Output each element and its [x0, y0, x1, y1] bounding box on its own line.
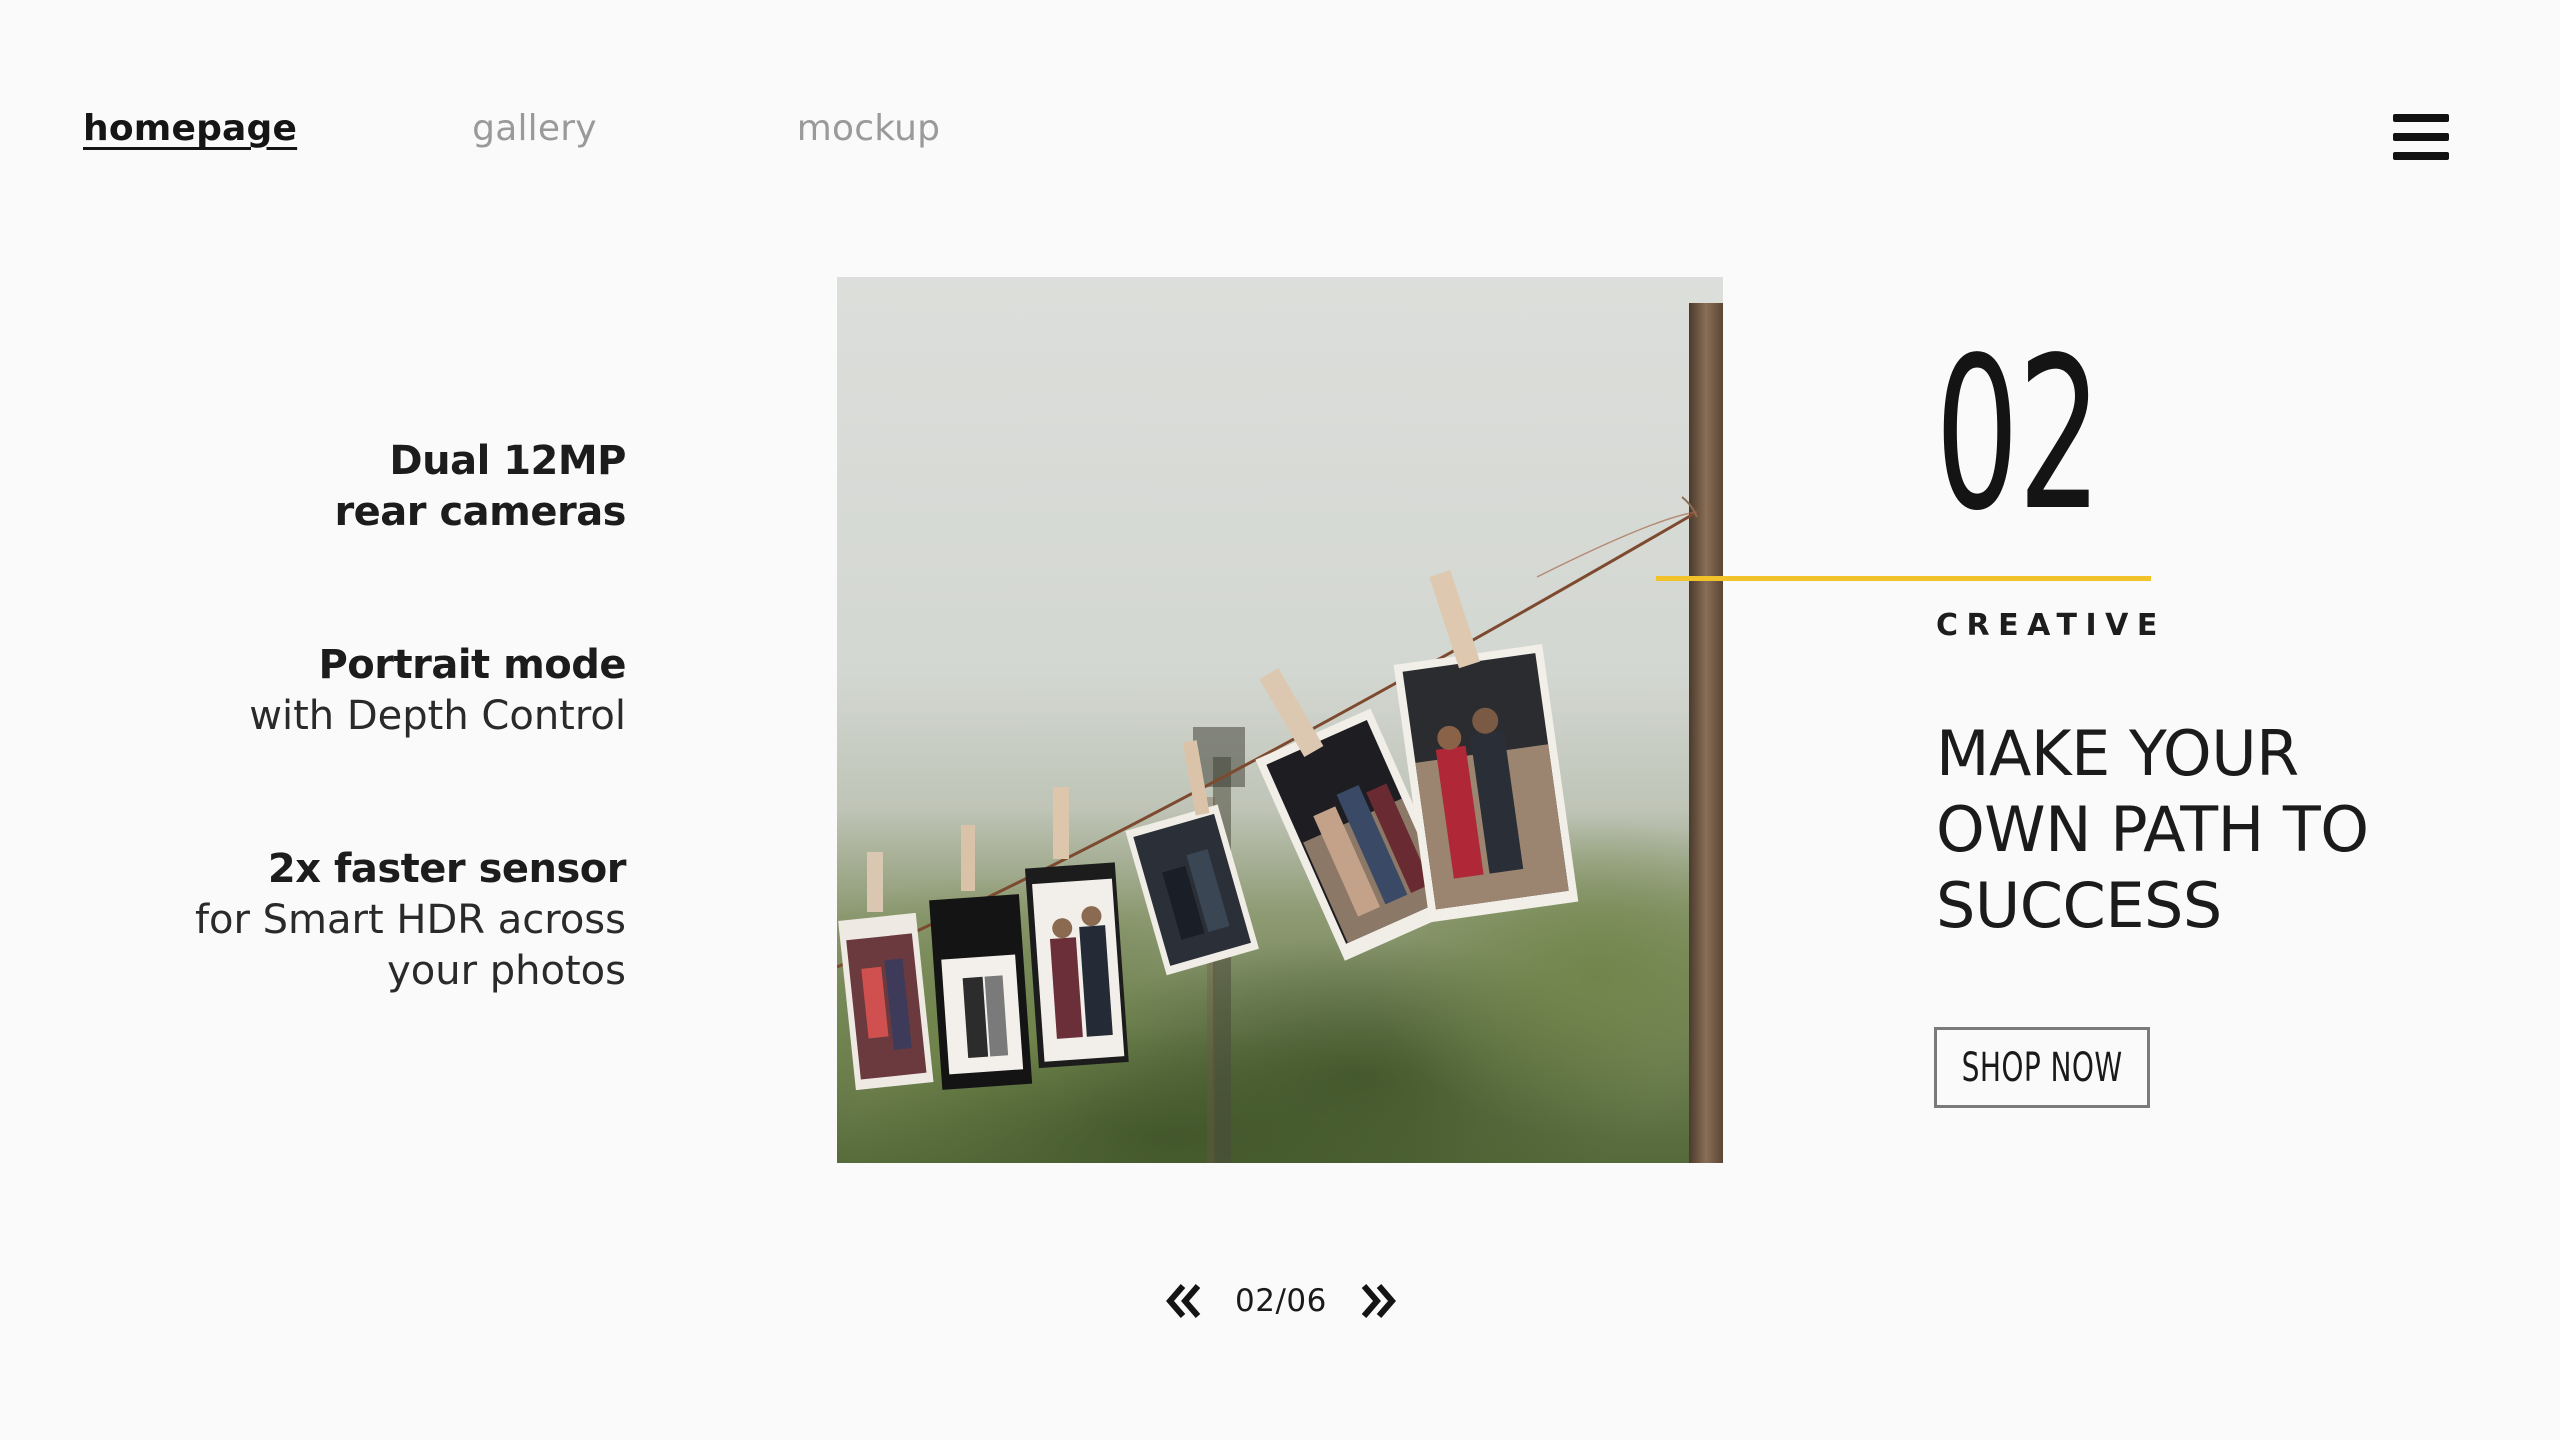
menu-bar: [2393, 114, 2449, 122]
shop-now-label: SHOP NOW: [1961, 1044, 2123, 1091]
feature-subtitle: rear cameras: [334, 489, 626, 535]
feature-item-sensor: 2x faster sensor for Smart HDR across yo…: [66, 844, 627, 997]
feature-subtitle: with Depth Control: [249, 693, 626, 739]
top-navigation: homepage gallery mockup: [83, 108, 940, 149]
feature-subtitle-line: your photos: [387, 948, 626, 994]
clothesline-photo-illustration: [837, 277, 1723, 1163]
menu-bar: [2393, 152, 2449, 160]
slide-pager: 02/06: [1163, 1280, 1399, 1322]
slide-number: 02: [1935, 312, 2102, 557]
feature-subtitle-line: for Smart HDR across: [194, 897, 626, 943]
hero-photo: [837, 277, 1723, 1163]
shop-now-button[interactable]: SHOP NOW: [1934, 1027, 2150, 1108]
headline-line: MAKE YOUR: [1936, 717, 2299, 790]
hamburger-menu-icon[interactable]: [2393, 114, 2449, 160]
headline-line: SUCCESS: [1936, 869, 2222, 942]
category-label: CREATIVE: [1936, 608, 2166, 643]
nav-link-mockup[interactable]: mockup: [797, 108, 941, 149]
slide-counter: 02/06: [1235, 1283, 1327, 1319]
headline-line: OWN PATH TO: [1936, 793, 2369, 866]
double-chevron-left-icon[interactable]: [1163, 1280, 1205, 1322]
feature-title: Portrait mode: [318, 642, 626, 688]
nav-link-homepage[interactable]: homepage: [83, 108, 297, 149]
feature-list: Dual 12MP rear cameras Portrait mode wit…: [66, 436, 627, 997]
feature-item-cameras: Dual 12MP rear cameras: [66, 436, 626, 538]
feature-title: 2x faster sensor: [267, 846, 627, 892]
menu-bar: [2393, 133, 2449, 141]
headline: MAKE YOUR OWN PATH TO SUCCESS: [1936, 716, 2456, 944]
nav-link-gallery[interactable]: gallery: [472, 108, 597, 149]
double-chevron-right-icon[interactable]: [1357, 1280, 1399, 1322]
feature-item-portrait: Portrait mode with Depth Control: [66, 640, 626, 742]
feature-title: Dual 12MP: [389, 438, 626, 484]
accent-divider: [1656, 576, 2151, 581]
